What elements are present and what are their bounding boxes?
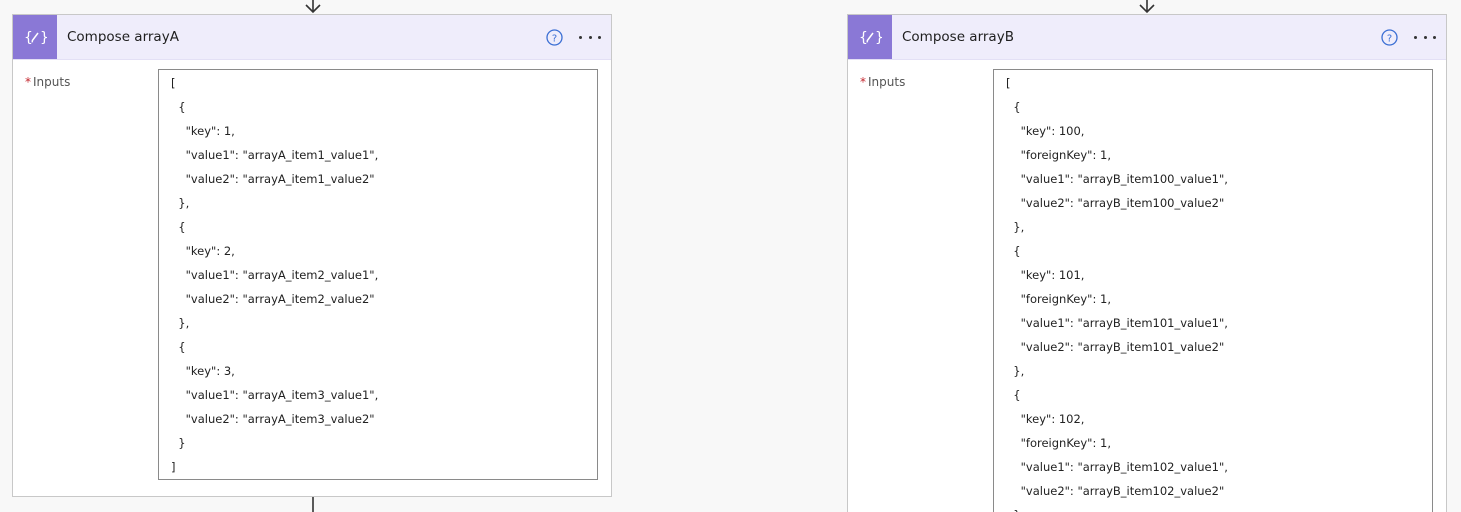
code-line: "value2": "arrayA_item3_value2" — [171, 412, 375, 426]
compose-arrayB-card[interactable]: { } Compose arrayB ? *Inputs [ { "k — [847, 14, 1447, 512]
card-header[interactable]: { } Compose arrayB ? — [848, 15, 1446, 60]
code-line: { — [1006, 100, 1021, 114]
code-line: }, — [171, 316, 190, 330]
header-actions: ? — [1381, 15, 1436, 59]
code-line: "key": 1, — [171, 124, 235, 138]
code-line: "key": 101, — [1006, 268, 1085, 282]
code-line: } — [171, 436, 186, 450]
compose-icon: { } — [848, 15, 892, 59]
inputs-label: * Inputs — [860, 75, 906, 89]
code-line: "value1": "arrayA_item2_value1", — [171, 268, 379, 282]
required-marker: * — [860, 75, 866, 89]
code-line: "foreignKey": 1, — [1006, 292, 1111, 306]
code-line: "value2": "arrayA_item1_value2" — [171, 172, 375, 186]
code-line: } — [1006, 508, 1020, 512]
code-line: "value1": "arrayA_item1_value1", — [171, 148, 379, 162]
code-line: "value2": "arrayB_item101_value2" — [1006, 340, 1225, 354]
code-line: { — [1006, 388, 1021, 402]
code-line: "foreignKey": 1, — [1006, 148, 1111, 162]
code-line: "key": 102, — [1006, 412, 1085, 426]
header-actions: ? — [546, 15, 601, 59]
svg-text:}: } — [40, 30, 47, 46]
code-line: }, — [171, 196, 190, 210]
more-options-icon[interactable] — [1414, 29, 1436, 46]
code-line: { — [171, 100, 186, 114]
code-line: "foreignKey": 1, — [1006, 436, 1111, 450]
flow-connector — [312, 496, 314, 512]
code-line: "value2": "arrayB_item100_value2" — [1006, 196, 1225, 210]
code-line: "key": 2, — [171, 244, 235, 258]
code-line: [ — [1006, 76, 1011, 90]
card-header[interactable]: { } Compose arrayA ? — [13, 15, 611, 60]
code-line: "key": 100, — [1006, 124, 1085, 138]
required-marker: * — [25, 75, 31, 89]
help-icon[interactable]: ? — [1381, 28, 1398, 46]
inputs-editor[interactable]: [ { "key": 1, "value1": "arrayA_item1_va… — [158, 69, 598, 480]
code-line: }, — [1006, 220, 1025, 234]
code-line: "value2": "arrayA_item2_value2" — [171, 292, 375, 306]
flow-canvas: { } Compose arrayA ? *Inputs [ { "k — [0, 0, 1461, 512]
code-line: }, — [1006, 364, 1025, 378]
compose-icon: { } — [13, 15, 57, 59]
svg-text:{: { — [859, 30, 868, 46]
code-line: "value2": "arrayB_item102_value2" — [1006, 484, 1225, 498]
more-options-icon[interactable] — [579, 29, 601, 46]
svg-text:}: } — [875, 30, 882, 46]
help-icon[interactable]: ? — [546, 28, 563, 46]
code-line: "value1": "arrayA_item3_value1", — [171, 388, 379, 402]
inputs-label: * Inputs — [25, 75, 71, 89]
card-title[interactable]: Compose arrayA — [67, 29, 179, 45]
code-line: "key": 3, — [171, 364, 235, 378]
svg-text:?: ? — [1387, 33, 1392, 44]
code-line: "value1": "arrayB_item102_value1", — [1006, 460, 1228, 474]
code-line: { — [1006, 244, 1021, 258]
arrow-down-icon — [1139, 0, 1155, 14]
card-title[interactable]: Compose arrayB — [902, 29, 1014, 45]
code-line: "value1": "arrayB_item101_value1", — [1006, 316, 1228, 330]
code-line: { — [171, 220, 186, 234]
code-line: { — [171, 340, 186, 354]
compose-arrayA-card[interactable]: { } Compose arrayA ? *Inputs [ { "k — [12, 14, 612, 497]
arrow-down-icon — [305, 0, 321, 14]
code-line: [ — [171, 76, 176, 90]
svg-text:{: { — [24, 30, 33, 46]
code-line: ] — [171, 460, 176, 474]
svg-text:?: ? — [552, 33, 557, 44]
code-line: "value1": "arrayB_item100_value1", — [1006, 172, 1228, 186]
inputs-editor[interactable]: [ { "key": 100, "foreignKey": 1, "value1… — [993, 69, 1433, 512]
